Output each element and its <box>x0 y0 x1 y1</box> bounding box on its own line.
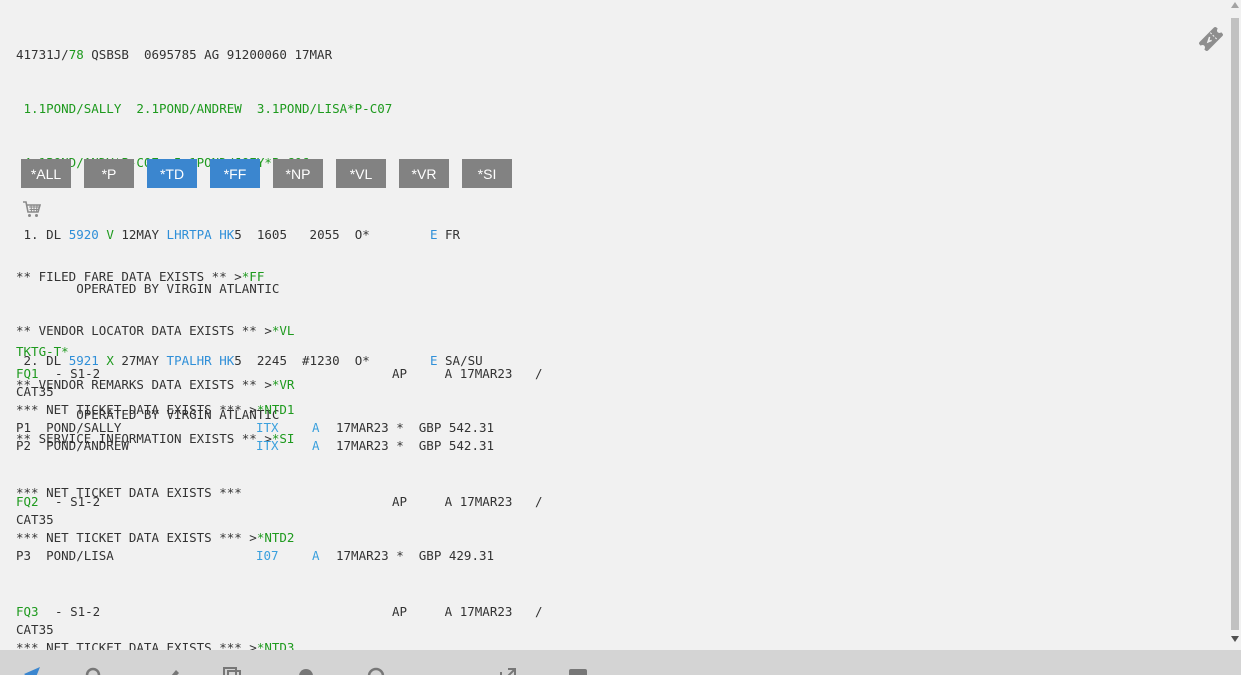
fq2-ap: AP A 17MAR23 / <box>392 494 543 509</box>
fq1-net: *** NET TICKET DATA EXISTS *** >*NTD1 <box>16 401 294 419</box>
td-button[interactable]: *TD <box>147 159 197 188</box>
vr-link[interactable]: *VR <box>272 377 295 392</box>
fare-status-link[interactable]: A <box>312 437 320 455</box>
exists-text: ** VENDOR LOCATOR DATA EXISTS ** > <box>16 323 272 338</box>
vl-link[interactable]: *VL <box>272 323 295 338</box>
search-icon[interactable] <box>84 666 104 675</box>
ff-link[interactable]: *FF <box>242 269 265 284</box>
record-header: 41731J/78 QSBSB 0695785 AG 91200060 17MA… <box>16 46 483 64</box>
scroll-up-arrow[interactable] <box>1231 2 1239 8</box>
terminal-screen: 41731J/78 QSBSB 0695785 AG 91200060 17MA… <box>0 0 1229 650</box>
fq1-cat: CAT35 <box>16 384 54 399</box>
fare-type-link[interactable]: ITX <box>256 419 279 437</box>
fq1-ap: AP A 17MAR23 / <box>392 366 543 381</box>
keyboard-icon[interactable] <box>568 666 588 675</box>
exists-text: ** FILED FARE DATA EXISTS ** > <box>16 269 242 284</box>
fare-status-link[interactable]: A <box>312 419 320 437</box>
record-info: QSBSB 0695785 AG 91200060 17MAR <box>83 47 333 62</box>
gear-icon[interactable] <box>296 666 316 675</box>
p-button[interactable]: *P <box>84 159 134 188</box>
fq1-segments: - S1-2 <box>40 366 101 381</box>
fq3-segments: - S1-2 <box>40 604 101 619</box>
fq3-link[interactable]: FQ3 <box>16 603 39 621</box>
fq1-link[interactable]: FQ1 <box>16 365 39 383</box>
fare-status-link[interactable]: A <box>312 547 320 565</box>
documents-icon[interactable] <box>222 666 242 675</box>
net-text: *** NET TICKET DATA EXISTS *** > <box>16 402 257 417</box>
vl-button[interactable]: *VL <box>336 159 386 188</box>
fare-amount: 17MAR23 * GBP 542.31 <box>336 438 495 453</box>
fq3-ap: AP A 17MAR23 / <box>392 604 543 619</box>
np-button[interactable]: *NP <box>273 159 323 188</box>
command-button-bar: *ALL *P *TD *FF *NP *VL *VR *SI <box>21 159 512 188</box>
fq2-cat: CAT35 <box>16 512 54 527</box>
ff-button[interactable]: *FF <box>210 159 260 188</box>
record-locator-prefix: 41731J/ <box>16 47 69 62</box>
fq1-pax-1: P1 POND/SALLY <box>16 420 122 435</box>
net-text: *** NET TICKET DATA EXISTS *** > <box>16 640 257 650</box>
fq3-cat: CAT35 <box>16 622 54 637</box>
fq3-net: *** NET TICKET DATA EXISTS *** >*NTD3 <box>16 639 294 650</box>
ticket-icon[interactable] <box>1196 24 1226 54</box>
fare-type-link[interactable]: ITX <box>256 437 279 455</box>
record-number[interactable]: 78 <box>69 47 84 62</box>
scroll-down-arrow[interactable] <box>1231 636 1239 642</box>
fq2-net: *** NET TICKET DATA EXISTS *** >*NTD2 <box>16 529 294 547</box>
bottom-toolbar <box>0 650 1241 675</box>
more-icon[interactable] <box>434 666 454 675</box>
vertical-scrollbar[interactable] <box>1229 0 1241 650</box>
fare-type-link[interactable]: I07 <box>256 547 279 565</box>
net-text: *** NET TICKET DATA EXISTS *** > <box>16 530 257 545</box>
ntd3-link[interactable]: *NTD3 <box>257 640 295 650</box>
tktg-line: TKTG-T* <box>16 344 69 359</box>
refresh-icon[interactable] <box>366 666 386 675</box>
ntd2-link[interactable]: *NTD2 <box>257 530 295 545</box>
external-link-icon[interactable] <box>498 666 518 675</box>
fq2-segments: - S1-2 <box>40 494 101 509</box>
fq1-pax-2: P2 POND/ANDREW <box>16 438 129 453</box>
si-button[interactable]: *SI <box>462 159 512 188</box>
fq2-link[interactable]: FQ2 <box>16 493 39 511</box>
segment-days: FR <box>437 227 461 242</box>
scroll-thumb[interactable] <box>1231 18 1239 630</box>
filed-fare-line: ** FILED FARE DATA EXISTS ** >*FF <box>16 268 294 286</box>
passenger-line-1: 1.1POND/SALLY 2.1POND/ANDREW 3.1POND/LIS… <box>16 101 393 116</box>
vr-button[interactable]: *VR <box>399 159 449 188</box>
fq2-pax-1: P3 POND/LISA <box>16 548 114 563</box>
all-button[interactable]: *ALL <box>21 159 71 188</box>
fare-amount: 17MAR23 * GBP 542.31 <box>336 420 495 435</box>
vendor-locator-line: ** VENDOR LOCATOR DATA EXISTS ** >*VL <box>16 322 294 340</box>
eticket-flag[interactable]: E <box>430 227 438 242</box>
ntd1-link[interactable]: *NTD1 <box>257 402 295 417</box>
fare-amount: 17MAR23 * GBP 429.31 <box>336 548 495 563</box>
shopping-cart-icon[interactable] <box>22 199 42 219</box>
send-icon[interactable] <box>22 664 42 675</box>
edit-icon[interactable] <box>162 666 182 675</box>
